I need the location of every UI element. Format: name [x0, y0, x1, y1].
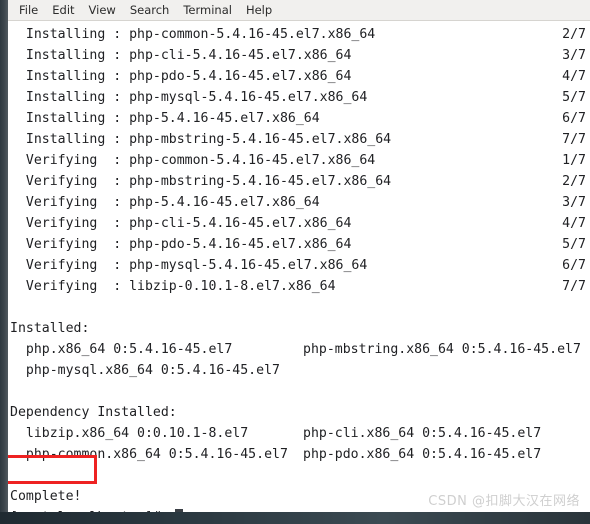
terminal-line: Verifying : php-mysql-5.4.16-45.el7.x86_… — [8, 255, 590, 276]
terminal-line: Verifying : php-cli-5.4.16-45.el7.x86_64… — [8, 213, 590, 234]
menu-item-help[interactable]: Help — [239, 2, 279, 19]
terminal-line — [8, 381, 590, 402]
terminal-line: php.x86_64 0:5.4.16-45.el7 php-mbstring.x… — [8, 339, 590, 360]
terminal-line-text: Installing : php-pdo-5.4.16-45.el7.x86_6… — [10, 69, 352, 84]
terminal-output-area[interactable]: Installing : php-common-5.4.16-45.el7.x8… — [8, 22, 590, 512]
terminal-line-text: Installing : php-5.4.16-45.el7.x86_64 — [10, 111, 320, 126]
menu-item-edit[interactable]: Edit — [45, 2, 81, 19]
terminal-line-text: Dependency Installed: — [10, 405, 177, 420]
watermark-label: CSDN @扣脚大汉在网络 — [428, 494, 580, 509]
terminal-line-text: Verifying : php-mbstring-5.4.16-45.el7.x… — [10, 174, 392, 189]
terminal-line-text: Verifying : libzip-0.10.1-8.el7.x86_64 — [10, 279, 336, 294]
terminal-line-counter: 3/7 — [562, 195, 586, 210]
terminal-line: Installing : php-common-5.4.16-45.el7.x8… — [8, 24, 590, 45]
terminal-line-counter: 3/7 — [562, 48, 586, 63]
window-left-edge — [0, 0, 8, 512]
terminal-line: Installing : php-5.4.16-45.el7.x86_64 6/7 — [8, 108, 590, 129]
terminal-line-text: Installing : php-mysql-5.4.16-45.el7.x86… — [10, 90, 368, 105]
terminal-line-text: Verifying : php-mysql-5.4.16-45.el7.x86_… — [10, 258, 368, 273]
terminal-line-text — [10, 381, 18, 402]
terminal-line: Verifying : php-pdo-5.4.16-45.el7.x86_64… — [8, 234, 590, 255]
terminal-line-text: php.x86_64 0:5.4.16-45.el7 — [10, 342, 233, 357]
terminal-line — [8, 297, 590, 318]
terminal-line-counter: 4/7 — [562, 216, 586, 231]
terminal-line-counter: 4/7 — [562, 69, 586, 84]
terminal-line: Verifying : php-mbstring-5.4.16-45.el7.x… — [8, 171, 590, 192]
terminal-line-list: Installing : php-common-5.4.16-45.el7.x8… — [8, 22, 590, 512]
terminal-line: Verifying : php-common-5.4.16-45.el7.x86… — [8, 150, 590, 171]
terminal-line — [8, 465, 590, 486]
terminal-line: Installed: — [8, 318, 590, 339]
terminal-line: Verifying : php-5.4.16-45.el7.x86_64 3/7 — [8, 192, 590, 213]
terminal-window: File Edit View Search Terminal Help Inst… — [0, 0, 590, 524]
terminal-line: Installing : php-pdo-5.4.16-45.el7.x86_6… — [8, 66, 590, 87]
terminal-line: php-common.x86_64 0:5.4.16-45.el7 php-pdo… — [8, 444, 590, 465]
terminal-line-text: Installing : php-cli-5.4.16-45.el7.x86_6… — [10, 48, 352, 63]
terminal-line-text: Verifying : php-common-5.4.16-45.el7.x86… — [10, 153, 376, 168]
terminal-line: php-mysql.x86_64 0:5.4.16-45.el7 — [8, 360, 590, 381]
terminal-line: libzip.x86_64 0:0.10.1-8.el7 php-cli.x86_… — [8, 423, 590, 444]
terminal-line-counter: 1/7 — [562, 153, 586, 168]
terminal-line-text: Complete! — [10, 489, 82, 504]
terminal-line-text: Installing : php-common-5.4.16-45.el7.x8… — [10, 27, 376, 42]
terminal-line-text — [10, 297, 18, 318]
terminal-line: Verifying : libzip-0.10.1-8.el7.x86_64 7/… — [8, 276, 590, 297]
terminal-line-counter: 6/7 — [562, 111, 586, 126]
terminal-line: Installing : php-mysql-5.4.16-45.el7.x86… — [8, 87, 590, 108]
desktop-bottom-strip — [0, 512, 590, 524]
terminal-line-second-column: php-cli.x86_64 0:5.4.16-45.el7 — [303, 426, 542, 441]
terminal-line-counter: 5/7 — [562, 237, 586, 252]
terminal-line-second-column: php-pdo.x86_64 0:5.4.16-45.el7 — [303, 447, 542, 462]
terminal-line-counter: 5/7 — [562, 90, 586, 105]
menu-item-file[interactable]: File — [12, 2, 45, 19]
terminal-line-text: php-mysql.x86_64 0:5.4.16-45.el7 — [10, 363, 280, 378]
terminal-line-text: php-common.x86_64 0:5.4.16-45.el7 — [10, 447, 288, 462]
terminal-line-text: Installed: — [10, 321, 90, 336]
menu-bar: File Edit View Search Terminal Help — [0, 0, 590, 21]
terminal-line-text: Verifying : php-pdo-5.4.16-45.el7.x86_64 — [10, 237, 352, 252]
menu-item-search[interactable]: Search — [123, 2, 177, 19]
terminal-line-counter: 6/7 — [562, 258, 586, 273]
menu-item-terminal[interactable]: Terminal — [176, 2, 239, 19]
terminal-line-counter: 7/7 — [562, 279, 586, 294]
terminal-line-text: Verifying : php-cli-5.4.16-45.el7.x86_64 — [10, 216, 352, 231]
terminal-line-text: libzip.x86_64 0:0.10.1-8.el7 — [10, 426, 249, 441]
terminal-line-counter: 7/7 — [562, 132, 586, 147]
terminal-line: Dependency Installed: — [8, 402, 590, 423]
terminal-line-second-column: php-mbstring.x86_64 0:5.4.16-45.el7 — [303, 342, 581, 357]
terminal-line: Installing : php-mbstring-5.4.16-45.el7.… — [8, 129, 590, 150]
terminal-line-counter: 2/7 — [562, 174, 586, 189]
terminal-line-text — [10, 465, 18, 486]
terminal-line-text: Installing : php-mbstring-5.4.16-45.el7.… — [10, 132, 392, 147]
terminal-line-counter: 2/7 — [562, 27, 586, 42]
menu-item-view[interactable]: View — [82, 2, 123, 19]
terminal-line: Installing : php-cli-5.4.16-45.el7.x86_6… — [8, 45, 590, 66]
terminal-line-text: Verifying : php-5.4.16-45.el7.x86_64 — [10, 195, 320, 210]
